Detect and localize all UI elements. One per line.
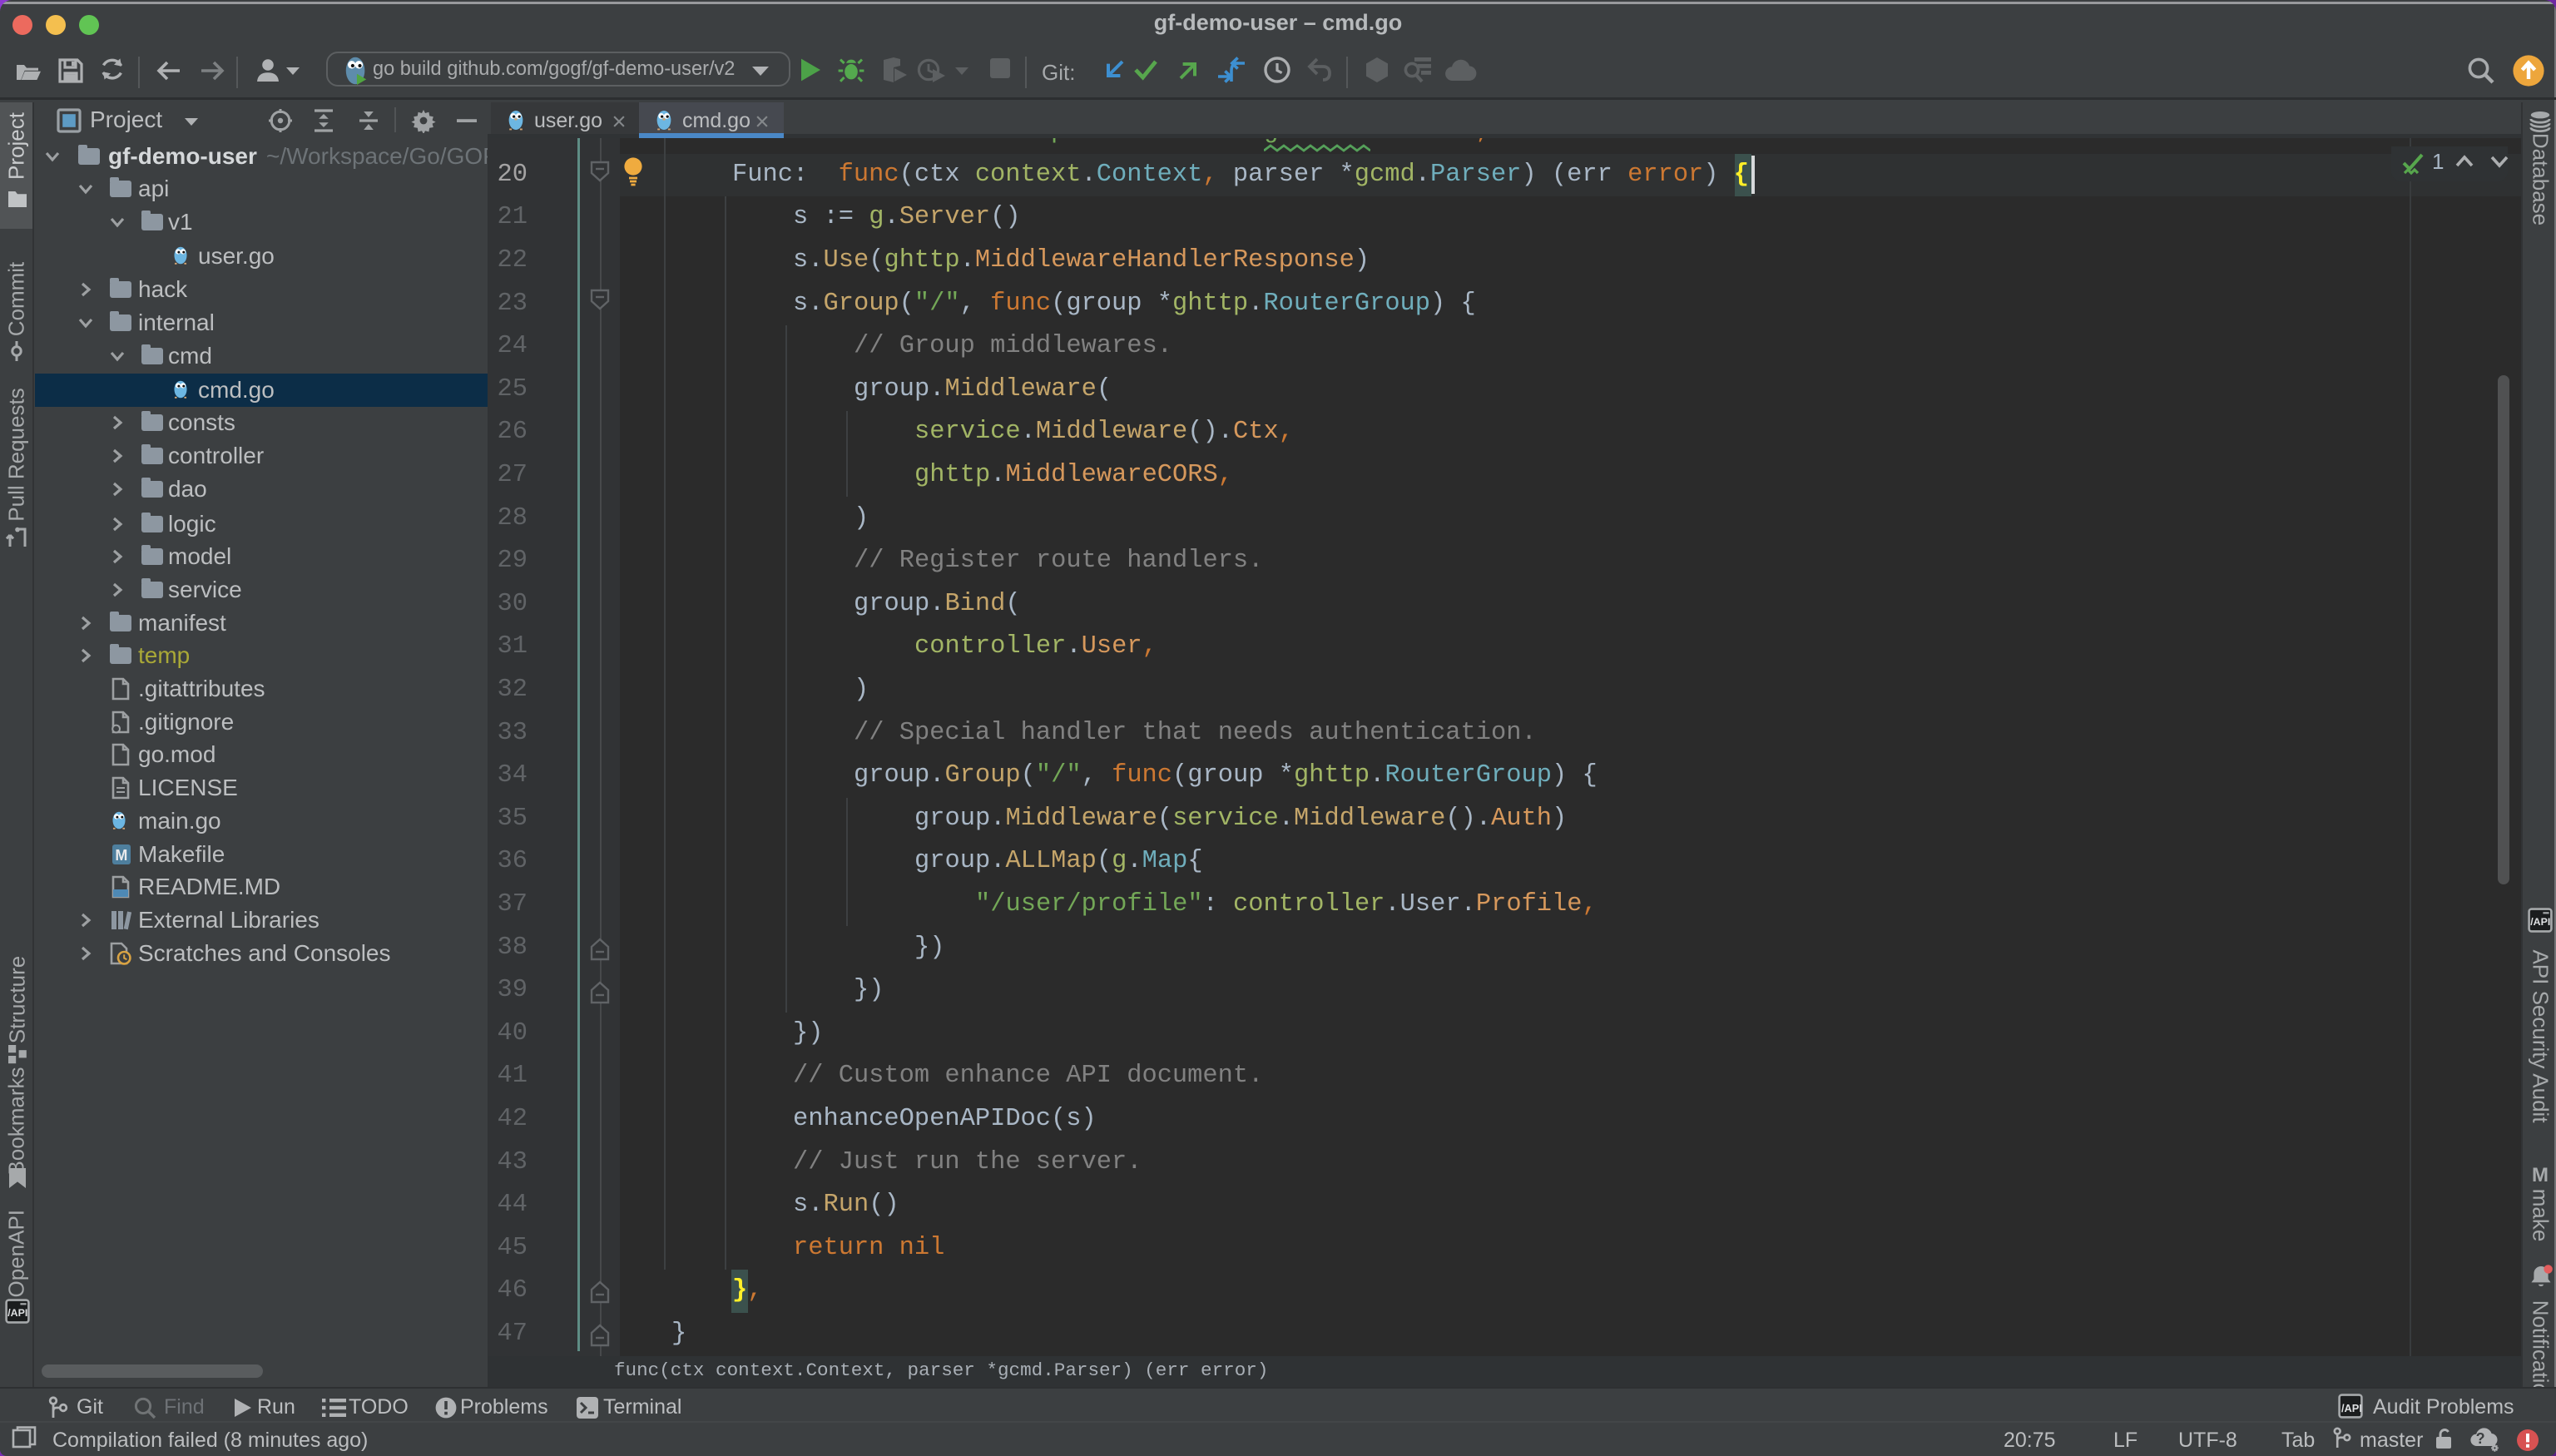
svg-text:/API: /API bbox=[7, 1307, 27, 1319]
svg-text:?: ? bbox=[2476, 1430, 2485, 1447]
svg-text:/API: /API bbox=[2530, 916, 2550, 928]
svg-text:/API: /API bbox=[2341, 1402, 2362, 1414]
svg-text:M: M bbox=[115, 847, 127, 864]
